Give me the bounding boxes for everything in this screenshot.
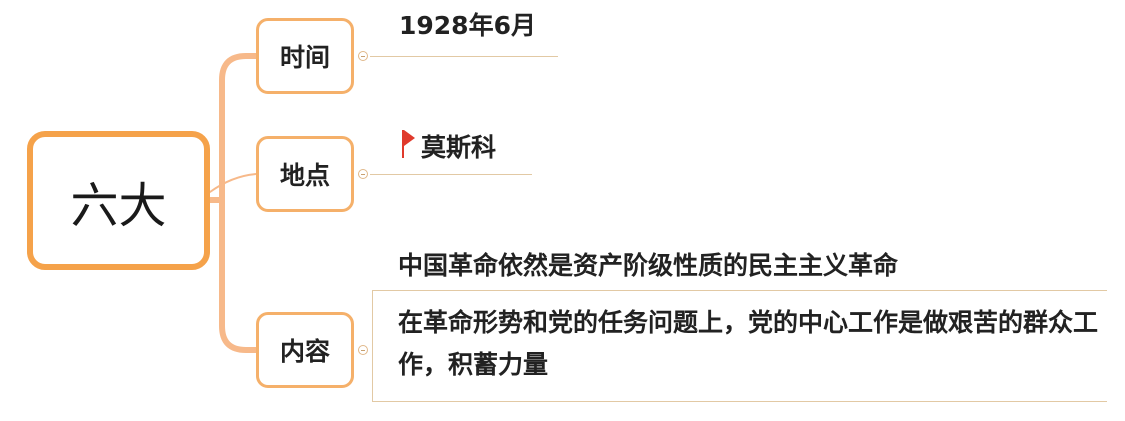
leaf-underline [370,56,558,57]
root-node[interactable]: 六大 [27,131,210,270]
branch-label-content: 内容 [279,337,330,366]
collapse-toggle-icon[interactable] [358,51,368,61]
branch-node-place[interactable]: 地点 [256,136,354,212]
flag-icon [402,130,415,158]
leaf-time-text: 1928年6月 [399,11,536,40]
connector-root-to-place [209,173,257,193]
root-label: 六大 [70,177,167,234]
leaf-content-task-text: 在革命形势和党的任务问题上，党的中心工作是做艰苦的群众工作，积蓄力量 [398,308,1099,379]
leaf-content-nature-text: 中国革命依然是资产阶级性质的民主主义革命 [398,251,899,280]
connector-root-to-content [219,197,259,353]
branch-label-place: 地点 [279,161,330,190]
leaf-underline [370,174,532,175]
collapse-toggle-icon[interactable] [358,169,368,179]
branch-node-content[interactable]: 内容 [256,312,354,388]
leaf-time-value[interactable]: 1928年6月 [399,6,536,42]
leaf-content-task[interactable]: 在革命形势和党的任务问题上，党的中心工作是做艰苦的群众工作，积蓄力量 [398,302,1098,386]
leaf-place-text: 莫斯科 [421,133,497,162]
leaf-place-value[interactable]: 莫斯科 [401,128,496,164]
branch-label-time: 时间 [279,43,330,72]
leaf-content-nature[interactable]: 中国革命依然是资产阶级性质的民主主义革命 [398,246,898,282]
collapse-toggle-icon[interactable] [358,345,368,355]
branch-node-time[interactable]: 时间 [256,18,354,94]
